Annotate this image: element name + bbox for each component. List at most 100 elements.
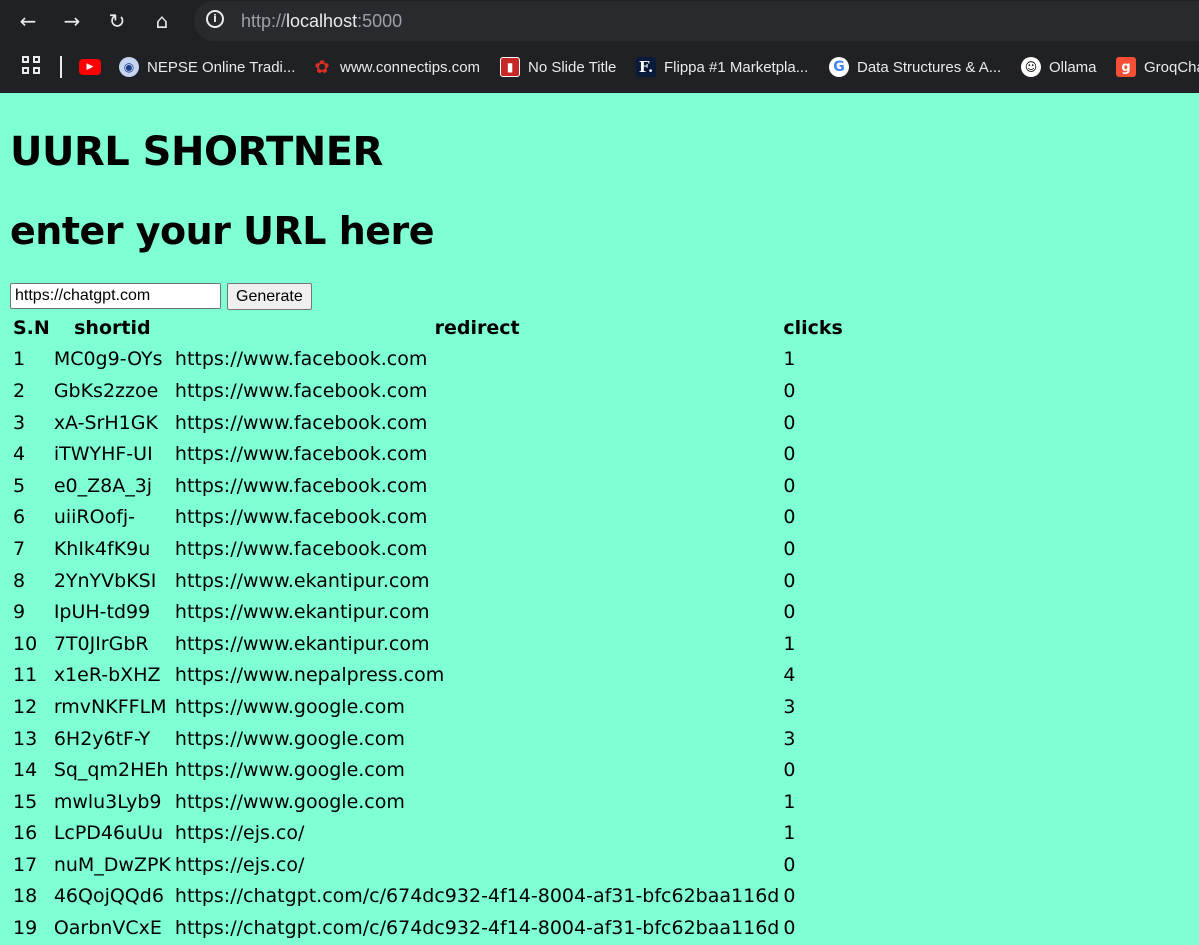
table-row: 4 iTWYHF-UI https://www.facebook.com 0 <box>12 439 844 469</box>
address-url[interactable]: http://localhost:5000 <box>241 11 402 32</box>
groq-icon: g <box>1116 57 1136 77</box>
bookmark-no-slide-title[interactable]: ▮ No Slide Title <box>500 55 616 79</box>
cell-shortid: iTWYHF-UI <box>53 443 153 466</box>
cell-clicks: 0 <box>783 853 796 876</box>
cell-redirect: https://www.facebook.com <box>174 474 428 497</box>
cell-shortid: MC0g9-OYs <box>53 348 163 371</box>
cell-sn: 2 <box>13 379 26 402</box>
cell-shortid: mwlu3Lyb9 <box>53 790 162 813</box>
cell-sn: 8 <box>13 569 26 592</box>
cell-shortid: e0_Z8A_3j <box>53 474 153 497</box>
cell-shortid: nuM_DwZPK <box>53 853 171 876</box>
cell-sn: 14 <box>13 759 38 782</box>
bookmark-groqchat[interactable]: g GroqCha <box>1116 55 1199 79</box>
page-subtitle: enter your URL here <box>10 209 435 253</box>
cell-sn: 1 <box>13 348 26 371</box>
bookmark-label: GroqCha <box>1144 58 1199 76</box>
cell-redirect: https://chatgpt.com/c/674dc932-4f14-8004… <box>174 885 780 908</box>
forward-arrow-icon[interactable]: → <box>59 8 85 34</box>
cell-shortid: LcPD46uUu <box>53 822 164 845</box>
header-clicks: clicks <box>783 316 843 339</box>
bookmark-nepse[interactable]: ◉ NEPSE Online Tradi... <box>119 55 295 79</box>
cell-redirect: https://www.google.com <box>174 759 405 782</box>
cell-sn: 19 <box>13 917 38 940</box>
header-sn: S.N <box>13 316 50 339</box>
cell-clicks: 1 <box>783 822 796 845</box>
address-bar[interactable]: i http://localhost:5000 <box>194 1 1199 41</box>
flippa-icon: F. <box>636 57 656 77</box>
bookmark-connectips[interactable]: ✿ www.connectips.com <box>312 55 480 79</box>
cell-clicks: 0 <box>783 474 796 497</box>
nepse-icon: ◉ <box>119 57 139 77</box>
reload-icon[interactable]: ↻ <box>104 8 130 34</box>
cell-shortid: x1eR-bXHZ <box>53 664 161 687</box>
cell-shortid: 46QojQQd6 <box>53 885 164 908</box>
cell-shortid: GbKs2zzoe <box>53 379 159 402</box>
cell-shortid: OarbnVCxE <box>53 917 162 940</box>
table-row: 1 MC0g9-OYs https://www.facebook.com 1 <box>12 345 844 375</box>
url-host: localhost <box>286 11 358 31</box>
back-arrow-icon[interactable]: ← <box>15 8 41 34</box>
table-row: 2 GbKs2zzoe https://www.facebook.com 0 <box>12 376 844 406</box>
bookmark-label: Flippa #1 Marketpla... <box>664 58 809 76</box>
slide-icon: ▮ <box>500 57 520 77</box>
cell-clicks: 0 <box>783 917 796 940</box>
url-input[interactable] <box>10 283 221 309</box>
bookmark-label: No Slide Title <box>528 58 617 76</box>
cell-shortid: rmvNKFFLM <box>53 695 167 718</box>
url-scheme: http:// <box>241 11 287 31</box>
cell-sn: 9 <box>13 601 26 624</box>
bookmarks-bar: ▶ ◉ NEPSE Online Tradi... ✿ www.connecti… <box>0 42 1199 93</box>
cell-clicks: 1 <box>783 790 796 813</box>
table-row: 12 rmvNKFFLM https://www.google.com 3 <box>12 692 844 722</box>
cell-shortid: KhIk4fK9u <box>53 537 151 560</box>
page-content: UURL SHORTNER enter your URL here Genera… <box>0 93 1199 943</box>
cell-sn: 16 <box>13 822 38 845</box>
cell-shortid: 6H2y6tF-Y <box>53 727 151 750</box>
cell-redirect: https://www.facebook.com <box>174 506 428 529</box>
table-row: 17 nuM_DwZPK https://ejs.co/0 <box>12 850 844 880</box>
site-info-icon[interactable]: i <box>206 10 224 28</box>
cell-redirect: https://www.google.com <box>174 727 405 750</box>
table-row: 10 7T0JIrGbR https://www.ekantipur.com 1 <box>12 629 844 659</box>
urls-table: S.N shortid redirect clicks 1 MC0g9-OYs https… <box>10 311 846 945</box>
bookmark-ollama[interactable]: ☺ Ollama <box>1021 55 1097 79</box>
cell-clicks: 0 <box>783 506 796 529</box>
bookmark-label: Data Structures & A... <box>857 58 1002 76</box>
browser-toolbar: ← → ↻ ⌂ i http://localhost:5000 <box>0 0 1199 42</box>
cell-clicks: 3 <box>783 695 796 718</box>
bookmark-label: www.connectips.com <box>340 58 481 76</box>
cell-sn: 13 <box>13 727 38 750</box>
google-icon: G <box>829 57 849 77</box>
home-icon[interactable]: ⌂ <box>149 8 175 34</box>
bookmark-label: NEPSE Online Tradi... <box>147 58 296 76</box>
cell-redirect: https://www.nepalpress.com <box>174 664 445 687</box>
youtube-icon: ▶ <box>79 59 101 75</box>
table-row: 15 mwlu3Lyb9 https://www.google.com 1 <box>12 787 844 817</box>
table-row: 19 OarbnVCxE https://chatgpt.com/c/674dc93… <box>12 913 844 943</box>
cell-redirect: https://www.google.com <box>174 695 405 718</box>
cell-sn: 10 <box>13 632 38 655</box>
cell-shortid: xA-SrH1GK <box>53 411 158 434</box>
bookmark-data-structures[interactable]: G Data Structures & A... <box>829 55 1001 79</box>
apps-grid-icon[interactable] <box>22 56 42 76</box>
cell-sn: 17 <box>13 853 38 876</box>
cell-clicks: 0 <box>783 537 796 560</box>
page-title: UURL SHORTNER <box>10 129 383 175</box>
bookmark-youtube[interactable]: ▶ <box>79 55 109 79</box>
cell-sn: 12 <box>13 695 38 718</box>
cell-shortid: Sq_qm2HEh <box>53 759 169 782</box>
header-shortid: shortid <box>74 316 151 339</box>
cell-redirect: https://www.ekantipur.com <box>174 569 430 592</box>
table-row: 3 xA-SrH1GK https://www.facebook.com 0 <box>12 408 844 438</box>
cell-shortid: 2YnYVbKSI <box>53 569 157 592</box>
header-redirect: redirect <box>434 316 520 339</box>
cell-sn: 15 <box>13 790 38 813</box>
cell-sn: 7 <box>13 537 26 560</box>
bookmark-flippa[interactable]: F. Flippa #1 Marketpla... <box>636 55 808 79</box>
cell-redirect: https://chatgpt.com/c/674dc932-4f14-8004… <box>174 917 780 940</box>
table-row: 6 uiiROofj-https://www.facebook.com 0 <box>12 503 844 533</box>
cell-clicks: 0 <box>783 443 796 466</box>
generate-button[interactable]: Generate <box>227 283 312 310</box>
cell-redirect: https://www.facebook.com <box>174 443 428 466</box>
